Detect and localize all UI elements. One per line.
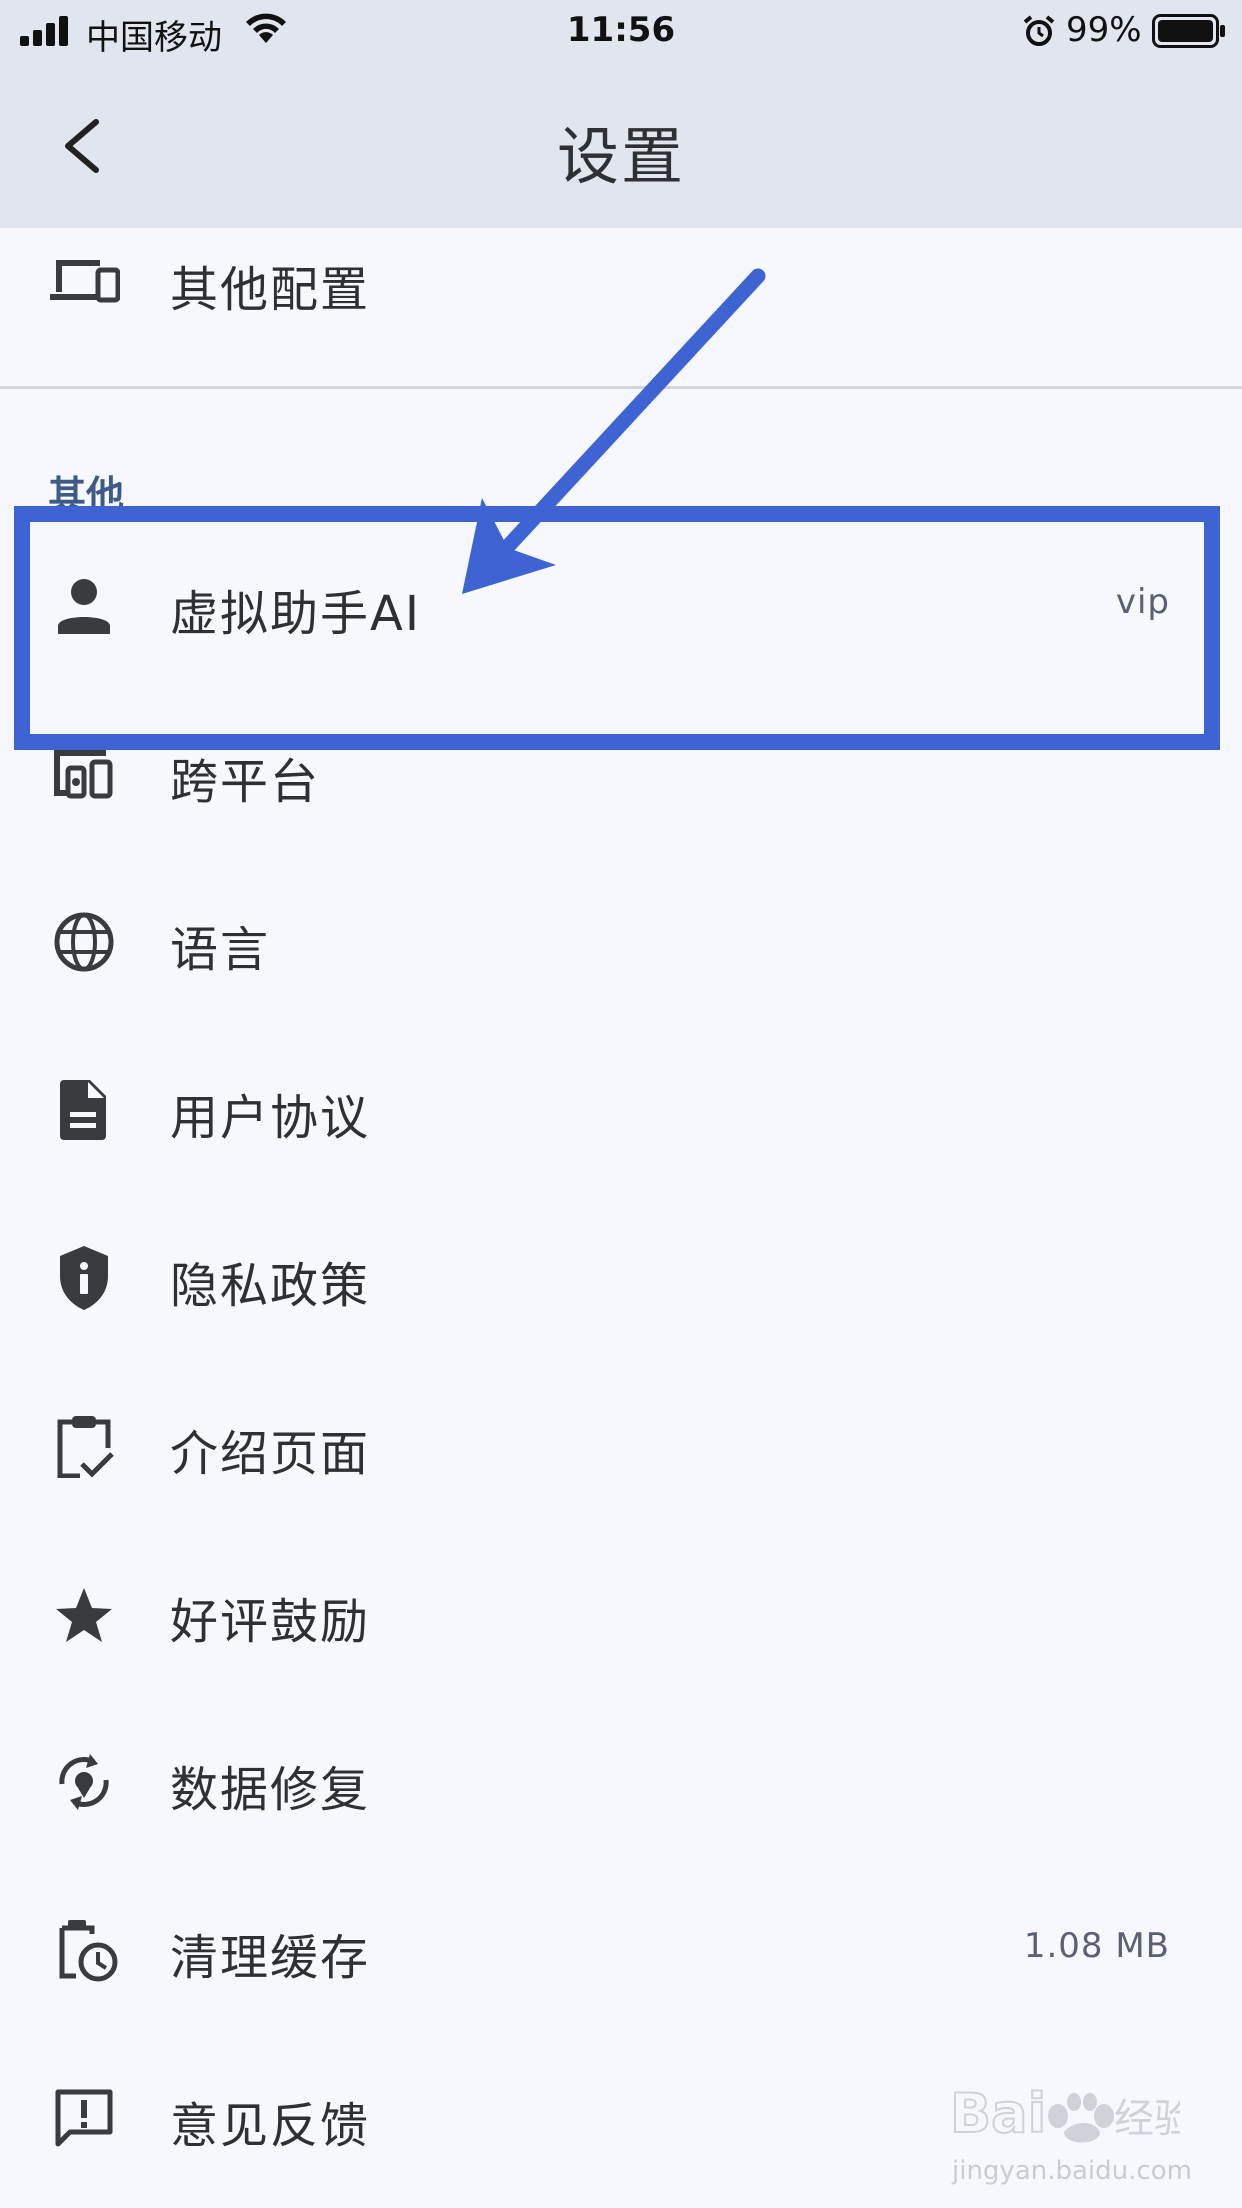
devices-icon: [50, 260, 120, 303]
repair-icon: [59, 1754, 109, 1810]
section-divider: [0, 386, 1242, 389]
star-icon: [56, 1588, 112, 1642]
cache-size: 1.08 MB: [1023, 1926, 1170, 1966]
battery-icon: [1152, 14, 1225, 48]
settings-item-label: 语言: [170, 922, 271, 978]
settings-item-data-repair[interactable]: 数据修复: [0, 1698, 1242, 1866]
settings-item-language[interactable]: 语言: [0, 858, 1242, 1026]
clipboard-check-icon: [57, 1416, 114, 1478]
settings-item-label: 意见反馈: [170, 2098, 371, 2154]
settings-item-user-agreement[interactable]: 用户协议: [0, 1026, 1242, 1194]
settings-item-label: 用户协议: [170, 1090, 371, 1146]
settings-item-other-config[interactable]: 其他配置: [0, 198, 1242, 366]
watermark-url: jingyan.baidu.com: [952, 2156, 1192, 2186]
battery-percentage: 99%: [1066, 10, 1142, 50]
settings-item-privacy-policy[interactable]: 隐私政策: [0, 1194, 1242, 1362]
svg-text:经验: 经验: [1114, 2096, 1180, 2142]
svg-text:Bai: Bai: [950, 2082, 1046, 2145]
shield-info-icon: [60, 1246, 108, 1310]
alarm-icon: [1023, 15, 1055, 46]
settings-item-label: 其他配置: [170, 262, 371, 318]
status-bar: 中国移动 11:56 99%: [0, 0, 1242, 62]
settings-item-intro-page[interactable]: 介绍页面: [0, 1362, 1242, 1530]
feedback-icon: [55, 2089, 113, 2147]
settings-item-label: 清理缓存: [170, 1930, 371, 1986]
settings-item-rate-app[interactable]: 好评鼓励: [0, 1530, 1242, 1698]
page-title: 设置: [556, 120, 685, 193]
settings-item-label: 数据修复: [170, 1762, 371, 1818]
settings-item-label: 好评鼓励: [170, 1594, 371, 1650]
document-icon: [60, 1080, 106, 1140]
globe-icon: [54, 912, 114, 972]
clean-history-icon: [59, 1920, 118, 1982]
multi-device-icon: [54, 750, 113, 799]
settings-item-label: 隐私政策: [170, 1258, 371, 1314]
settings-item-label: 跨平台: [170, 754, 321, 810]
settings-item-label: 介绍页面: [170, 1426, 371, 1482]
settings-item-clear-cache[interactable]: 清理缓存 1.08 MB: [0, 1866, 1242, 2034]
annotation-highlight-box: [14, 506, 1220, 750]
baidu-jingyan-watermark-logo: Bai 经验: [950, 2081, 1180, 2146]
